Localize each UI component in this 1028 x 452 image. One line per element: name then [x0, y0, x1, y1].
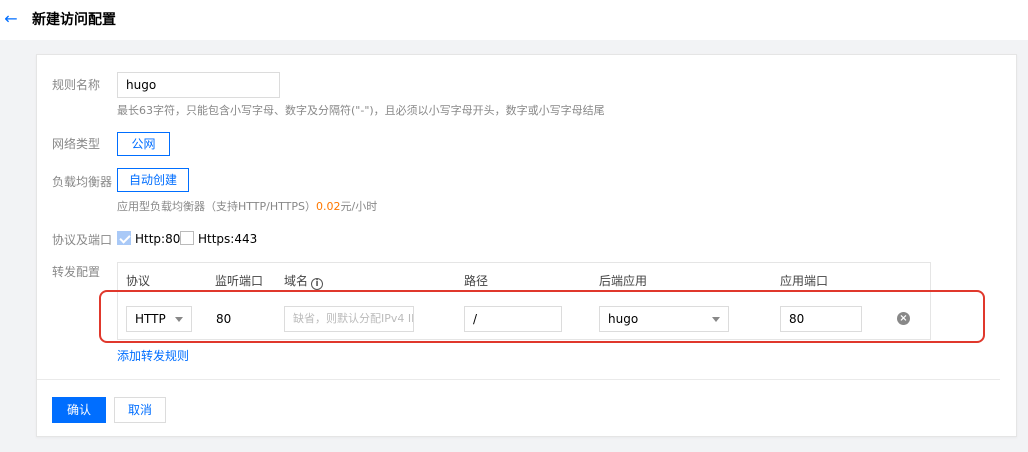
add-forwarding-rule-link[interactable]: 添加转发规则	[117, 349, 189, 363]
network-type-public-button[interactable]: 公网	[117, 132, 170, 156]
rule-name-input[interactable]: hugo	[117, 72, 280, 98]
http-80-checkbox[interactable]	[117, 231, 131, 245]
network-type-label: 网络类型	[52, 137, 101, 151]
column-header-listen-port: 监听端口	[215, 274, 264, 288]
rule-name-hint: 最长63字符，只能包含小写字母、数字及分隔符("-")，且必须以小写字母开头，数…	[117, 104, 605, 117]
load-balancer-hint: 应用型负载均衡器（支持HTTP/HTTPS）0.02元/小时	[117, 200, 377, 214]
forwarding-label: 转发配置	[52, 265, 101, 279]
column-header-domain: 域名 i	[284, 274, 324, 290]
highlight-annotation	[99, 290, 985, 343]
column-header-protocol: 协议	[126, 274, 151, 288]
https-443-label: Https:443	[198, 232, 258, 246]
http-80-label: Http:80	[135, 232, 181, 246]
rule-name-label: 规则名称	[52, 78, 101, 92]
https-443-checkbox[interactable]	[180, 231, 194, 245]
load-balancer-price: 0.02	[316, 200, 341, 213]
back-arrow-icon[interactable]: ←	[2, 10, 20, 28]
column-header-domain-text: 域名	[284, 274, 309, 288]
footer-divider	[37, 379, 1000, 380]
load-balancer-price-unit: 元/小时	[340, 200, 378, 213]
info-icon[interactable]: i	[311, 278, 324, 290]
column-header-backend-app: 后端应用	[599, 274, 648, 288]
column-header-app-port: 应用端口	[780, 274, 829, 288]
page-title: 新建访问配置	[32, 12, 116, 28]
protocol-port-label: 协议及端口	[52, 233, 113, 247]
cancel-button[interactable]: 取消	[114, 397, 166, 423]
auto-create-button[interactable]: 自动创建	[117, 168, 189, 192]
column-header-path: 路径	[464, 274, 489, 288]
confirm-button[interactable]: 确认	[52, 397, 106, 423]
load-balancer-hint-text: 应用型负载均衡器（支持HTTP/HTTPS）	[117, 200, 316, 213]
load-balancer-label: 负载均衡器	[52, 175, 113, 189]
top-bar: ← 新建访问配置	[0, 0, 1028, 40]
